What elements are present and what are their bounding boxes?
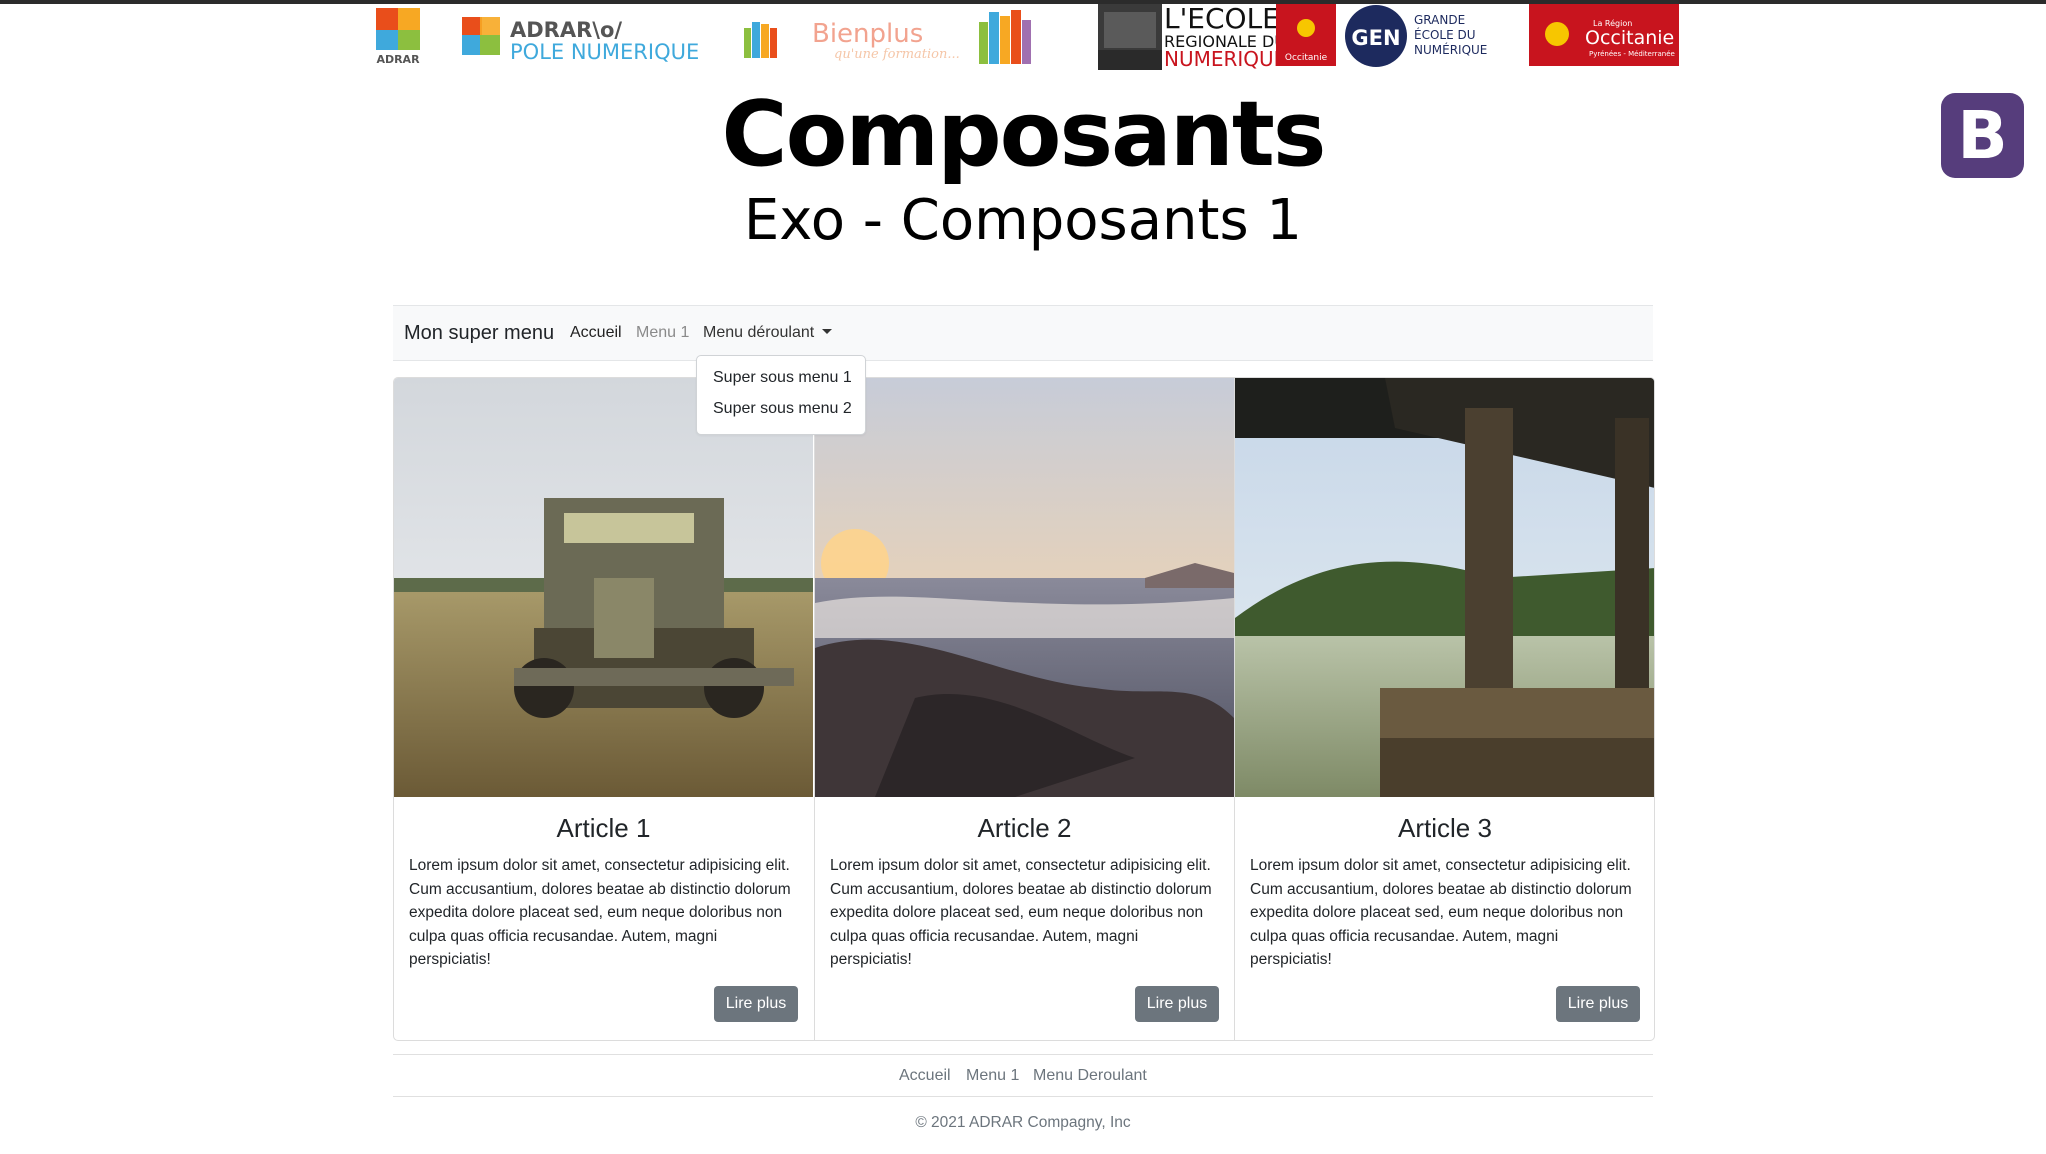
adrar-logo: ADRAR bbox=[376, 8, 420, 66]
card-title: Article 2 bbox=[977, 813, 1072, 843]
page-title: Composants bbox=[721, 82, 1327, 187]
bienplus-logo: Bienplus qu'une formation... bbox=[812, 19, 960, 62]
card-image-sunset-waves bbox=[815, 378, 1234, 797]
adrar-pole-title: ADRAR\o/ bbox=[510, 18, 622, 42]
nav-dropdown-label: Menu déroulant bbox=[703, 324, 815, 341]
main-navbar: Mon super menu Accueil Menu 1 Menu dérou… bbox=[393, 305, 1653, 361]
dropdown-menu: Super sous menu 1 Super sous menu 2 bbox=[696, 355, 866, 435]
occitanie-small-text: Occitanie bbox=[1285, 53, 1328, 63]
card-image-lake-dock bbox=[1235, 378, 1654, 797]
card-title: Article 3 bbox=[1398, 813, 1492, 843]
article-card-2: Article 2 Lorem ipsum dolor sit amet, co… bbox=[814, 378, 1234, 1040]
copyright-text: © 2021 ADRAR Compagny, Inc bbox=[915, 1114, 1131, 1131]
lire-plus-button[interactable]: Lire plus bbox=[1135, 986, 1219, 1022]
gen-line3: NUMÉRIQUE bbox=[1414, 42, 1487, 57]
card-image-old-truck bbox=[394, 378, 813, 797]
people-group-icon bbox=[979, 10, 1031, 64]
footer-link-accueil[interactable]: Accueil bbox=[899, 1055, 951, 1096]
ecole-line1: L'ECOLE bbox=[1164, 4, 1280, 35]
card-text: Lorem ipsum dolor sit amet, consectetur … bbox=[1250, 857, 1632, 968]
dropdown-item-sous-menu-2[interactable]: Super sous menu 2 bbox=[713, 400, 852, 418]
pole-numerique-text: POLE NUMERIQUE bbox=[510, 40, 699, 64]
gen-mark: GEN bbox=[1351, 26, 1400, 50]
nav-link-menu-1[interactable]: Menu 1 bbox=[636, 306, 689, 360]
navbar-brand[interactable]: Mon super menu bbox=[404, 306, 554, 360]
region-occitanie-logo: La Région Occitanie Pyrénées - Méditerra… bbox=[1529, 4, 1679, 66]
footer-nav: Accueil Menu 1 Menu Deroulant bbox=[393, 1054, 1653, 1097]
article-card-3: Article 3 Lorem ipsum dolor sit amet, co… bbox=[1234, 378, 1654, 1040]
article-card-1: Article 1 Lorem ipsum dolor sit amet, co… bbox=[394, 378, 813, 1040]
bienplus-tagline: qu'une formation... bbox=[834, 47, 960, 62]
nav-dropdown-toggle[interactable]: Menu déroulant bbox=[703, 306, 833, 360]
footer-link-menu-deroulant[interactable]: Menu Deroulant bbox=[1033, 1055, 1147, 1096]
lire-plus-button[interactable]: Lire plus bbox=[714, 986, 798, 1022]
gen-line2: ÉCOLE DU bbox=[1414, 27, 1476, 42]
footer-link-menu-1[interactable]: Menu 1 bbox=[966, 1055, 1019, 1096]
dropdown-item-sous-menu-1[interactable]: Super sous menu 1 bbox=[713, 369, 852, 387]
ecole-line3: NUMERIQUE bbox=[1164, 47, 1286, 70]
gen-line1: GRANDE bbox=[1414, 13, 1465, 27]
card-title: Article 1 bbox=[556, 813, 651, 843]
page-subtitle: Exo - Composants 1 bbox=[743, 188, 1303, 253]
region-sub-text: Pyrénées - Méditerranée bbox=[1589, 50, 1675, 58]
card-text: Lorem ipsum dolor sit amet, consectetur … bbox=[830, 857, 1212, 968]
adrar-pole-numerique-logo: ADRAR\o/ POLE NUMERIQUE bbox=[462, 17, 699, 64]
bienplus-title: Bienplus bbox=[812, 19, 923, 49]
ecole-regionale-numerique-logo: L'ECOLE REGIONALE DU NUMERIQUE Occitanie bbox=[1098, 4, 1336, 70]
card-group: Article 1 Lorem ipsum dolor sit amet, co… bbox=[393, 377, 1655, 1041]
adrar-logo-text: ADRAR bbox=[376, 53, 420, 66]
region-name-text: Occitanie bbox=[1585, 27, 1674, 49]
grande-ecole-numerique-logo: GEN GRANDE ÉCOLE DU NUMÉRIQUE bbox=[1345, 5, 1487, 67]
people-figures-icon bbox=[744, 22, 777, 58]
caret-down-icon bbox=[822, 329, 833, 334]
lire-plus-button[interactable]: Lire plus bbox=[1556, 986, 1640, 1022]
partner-logos-banner: ADRAR ADRAR\o/ POLE NUMERIQUE Bienplus q… bbox=[0, 4, 2046, 70]
card-text: Lorem ipsum dolor sit amet, consectetur … bbox=[409, 857, 791, 968]
nav-link-accueil[interactable]: Accueil bbox=[570, 306, 622, 360]
